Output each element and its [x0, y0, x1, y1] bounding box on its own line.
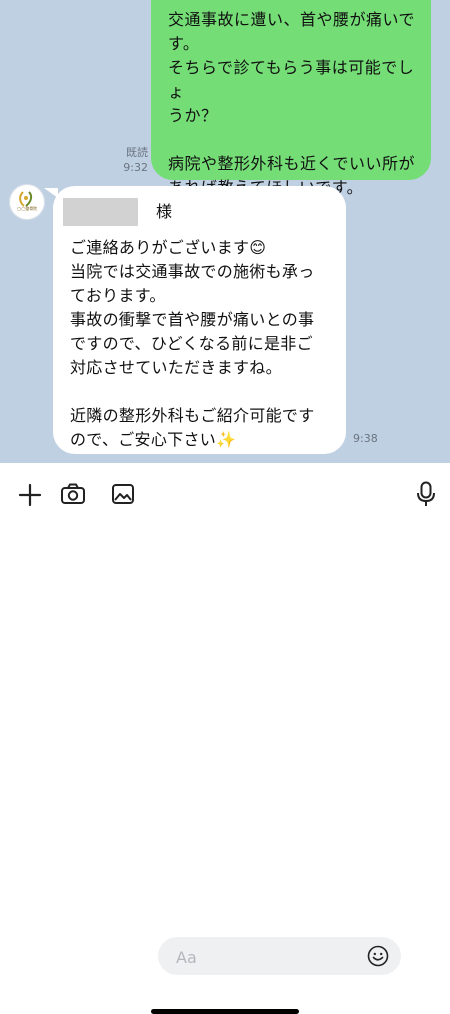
mic-icon[interactable] — [416, 481, 436, 507]
outgoing-message-time: 9:32 — [123, 161, 148, 174]
recipient-suffix: 様 — [156, 202, 173, 221]
home-indicator[interactable] — [151, 1009, 299, 1014]
input-bar — [0, 463, 450, 1014]
read-label: 既読 — [126, 146, 148, 159]
logo-icon — [19, 191, 33, 207]
message-input[interactable] — [174, 945, 358, 969]
emoji-icon[interactable] — [367, 945, 389, 967]
outgoing-message-text: 交通事故に遭い、首や腰が痛いで す。 そちらで診てもらう事は可能でしょ うか？ … — [168, 10, 416, 197]
camera-icon[interactable] — [60, 482, 86, 506]
incoming-message-time: 9:38 — [353, 432, 378, 445]
chat-area[interactable]: 交通事故に遭い、首や腰が痛いで す。 そちらで診てもらう事は可能でしょ うか？ … — [0, 0, 450, 463]
outgoing-message-meta: 既読 9:32 — [100, 145, 148, 175]
message-field[interactable] — [158, 937, 401, 975]
avatar-label: ◯◯整骨院 — [17, 206, 37, 211]
plus-icon[interactable] — [18, 483, 42, 507]
avatar[interactable]: ◯◯整骨院 — [9, 184, 45, 220]
redacted-name — [63, 198, 138, 226]
image-icon[interactable] — [111, 482, 135, 506]
incoming-message-text: ご連絡ありがございます😊 当院では交通事故での施術も承っ ております。 事故の衝… — [70, 238, 315, 449]
